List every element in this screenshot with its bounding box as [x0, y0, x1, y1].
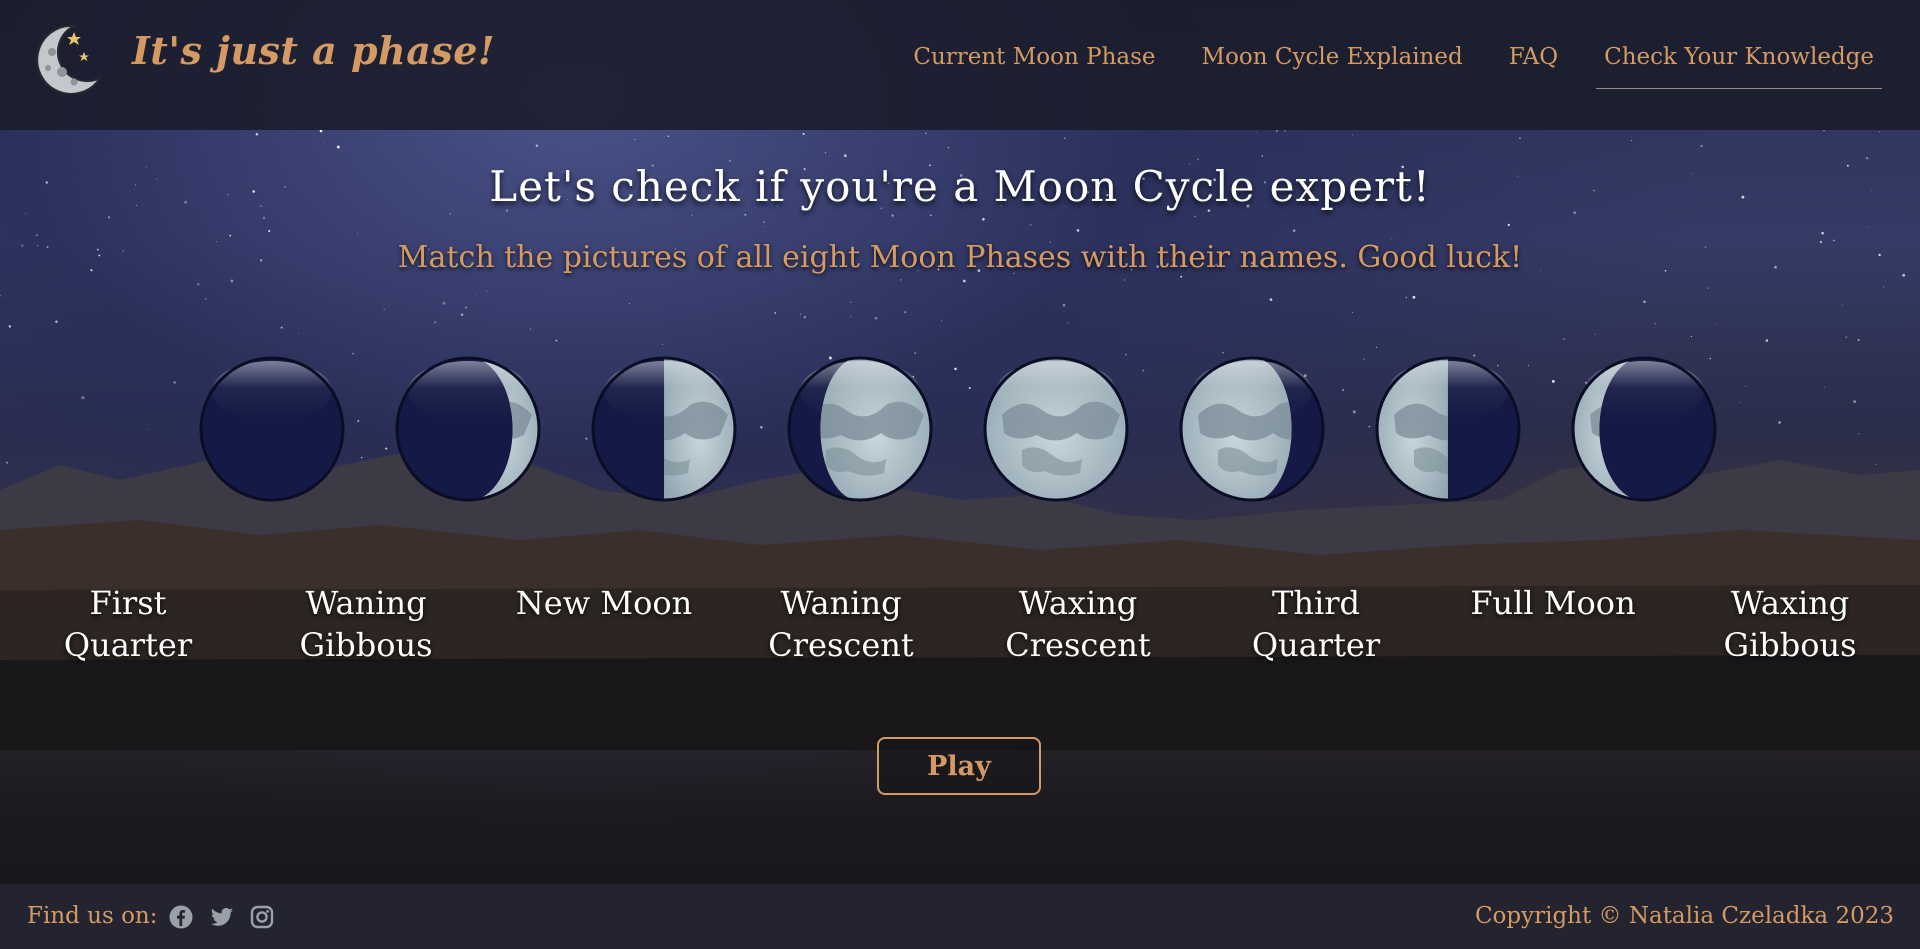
instagram-icon[interactable]: [249, 904, 275, 930]
page-subtitle: Match the pictures of all eight Moon Pha…: [397, 240, 1523, 275]
nav-current-moon-phase[interactable]: Current Moon Phase: [913, 44, 1155, 89]
moon-first-quarter-image[interactable]: [590, 355, 738, 503]
phase-label-waxing-crescent[interactable]: Waxing Crescent: [968, 582, 1188, 666]
phase-label-new-moon[interactable]: New Moon: [494, 582, 714, 624]
copyright-text: Copyright © Natalia Czeladka 2023: [1474, 903, 1894, 929]
page-title: Let's check if you're a Moon Cycle exper…: [489, 162, 1431, 211]
site-brand[interactable]: It's just a phase!: [132, 28, 495, 73]
phase-label-waning-crescent[interactable]: Waning Crescent: [731, 582, 951, 666]
main-nav: Current Moon Phase Moon Cycle Explained …: [867, 44, 1882, 89]
moon-full-image[interactable]: [982, 355, 1130, 503]
phase-label-first-quarter[interactable]: First Quarter: [18, 582, 238, 666]
moon-logo-icon[interactable]: [34, 22, 104, 94]
moon-waxing-crescent-image[interactable]: [394, 355, 542, 503]
facebook-icon[interactable]: [168, 904, 194, 930]
phase-label-third-quarter[interactable]: Third Quarter: [1206, 582, 1426, 666]
nav-check-your-knowledge[interactable]: Check Your Knowledge: [1596, 44, 1882, 89]
find-us-label: Find us on:: [27, 903, 158, 929]
moon-waning-gibbous-image[interactable]: [1178, 355, 1326, 503]
site-header: It's just a phase! Current Moon Phase Mo…: [0, 0, 1920, 130]
moon-new-image[interactable]: [198, 355, 346, 503]
moon-third-quarter-image[interactable]: [1374, 355, 1522, 503]
moon-waxing-gibbous-image[interactable]: [786, 355, 934, 503]
site-footer: Find us on: Copyright © Natalia Czeladka…: [0, 884, 1920, 949]
nav-moon-cycle-explained[interactable]: Moon Cycle Explained: [1202, 44, 1463, 89]
phase-label-full-moon[interactable]: Full Moon: [1443, 582, 1663, 624]
nav-faq[interactable]: FAQ: [1509, 44, 1558, 89]
moon-waning-crescent-image[interactable]: [1570, 355, 1718, 503]
play-button[interactable]: Play: [877, 737, 1041, 795]
phase-label-waxing-gibbous[interactable]: Waxing Gibbous: [1680, 582, 1900, 666]
twitter-icon[interactable]: [209, 904, 235, 930]
phase-label-waning-gibbous[interactable]: Waning Gibbous: [256, 582, 476, 666]
